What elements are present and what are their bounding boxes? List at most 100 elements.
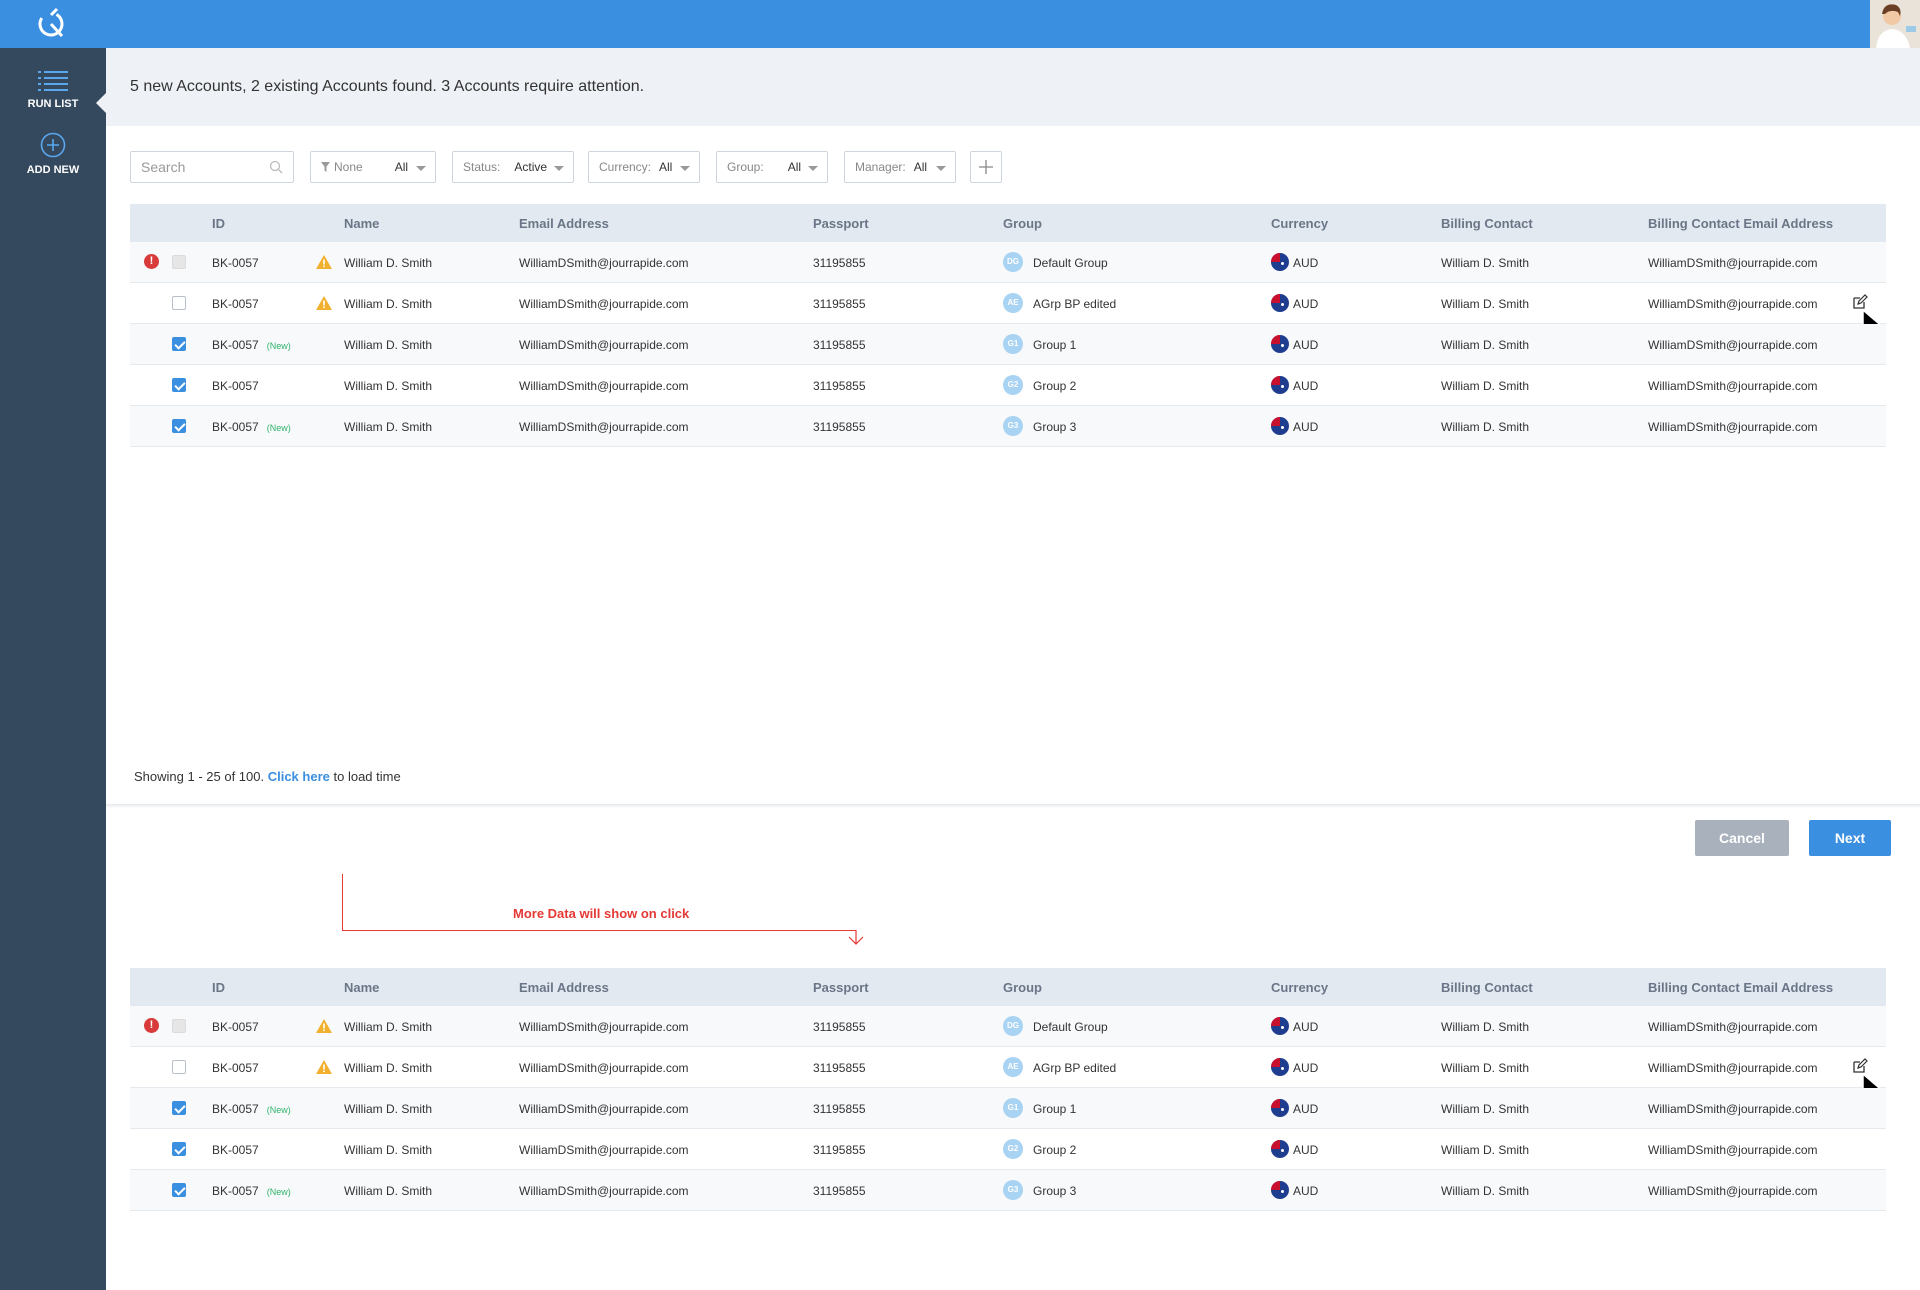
cell-billing-email: WilliamDSmith@jourrapide.com xyxy=(1648,1020,1818,1034)
annotation-text: More Data will show on click xyxy=(513,906,690,921)
cell-billing-email: WilliamDSmith@jourrapide.com xyxy=(1648,338,1818,352)
arrow-down-icon xyxy=(848,930,864,945)
table-row[interactable]: ! BK-0057 William D. Smith WilliamDSmith@jo… xyxy=(130,1006,1886,1047)
cell-billing-contact: William D. Smith xyxy=(1441,379,1530,393)
cancel-button[interactable]: Cancel xyxy=(1695,820,1789,856)
table-row[interactable]: BK-0057 (New) William D. Smith WilliamDSmit… xyxy=(130,324,1886,365)
cell-name: William D. Smith xyxy=(344,256,433,270)
row-checkbox[interactable] xyxy=(172,337,186,351)
table-header: ID Name Email Address Passport Group Currency… xyxy=(130,204,1886,242)
table-row[interactable]: BK-0057 (New) William D. Smith WilliamDSmit… xyxy=(130,1170,1886,1211)
filter-label: None xyxy=(334,160,363,174)
cell-email: WilliamDSmith@jourrapide.com xyxy=(519,1184,689,1198)
search-input[interactable]: Search xyxy=(130,151,294,183)
header-col-name[interactable]: Name xyxy=(344,980,379,995)
sidebar-item-add-new[interactable]: ADD NEW xyxy=(0,132,106,176)
account-id: BK-0057 xyxy=(212,1061,259,1075)
cell-billing-contact: William D. Smith xyxy=(1441,1143,1530,1157)
edit-icon[interactable] xyxy=(1852,294,1868,310)
header-col-billing-contact[interactable]: Billing Contact xyxy=(1441,216,1533,231)
group-name: AGrp BP edited xyxy=(1033,297,1117,312)
header-col-id[interactable]: ID xyxy=(212,216,225,231)
edit-icon[interactable] xyxy=(1852,1058,1868,1074)
cell-currency: AUD xyxy=(1271,1180,1318,1199)
cell-billing-email: WilliamDSmith@jourrapide.com xyxy=(1648,1061,1818,1075)
load-more-link[interactable]: Click here xyxy=(268,769,330,784)
cell-name: William D. Smith xyxy=(344,1143,433,1157)
row-checkbox[interactable] xyxy=(172,1101,186,1115)
cell-id: BK-0057 (New) xyxy=(212,338,291,352)
showing-suffix: to load time xyxy=(333,769,401,784)
table-row[interactable]: BK-0057 William D. Smith WilliamDSmith@jou… xyxy=(130,1129,1886,1170)
group-dropdown[interactable]: Group: All xyxy=(716,151,828,183)
cell-name: William D. Smith xyxy=(344,1184,433,1198)
group-badge: G1 xyxy=(1003,1098,1023,1118)
table-row[interactable]: BK-0057 William D. Smith WilliamDSmith@jou… xyxy=(130,1047,1886,1107)
warning-icon xyxy=(316,296,332,310)
account-id: BK-0057 xyxy=(212,1020,259,1034)
group-badge: AE xyxy=(1003,1057,1023,1077)
group-name: Default Group xyxy=(1033,1020,1108,1035)
status-dropdown[interactable]: Status: Active xyxy=(452,151,574,183)
group-name: AGrp BP edited xyxy=(1033,1061,1117,1076)
row-checkbox[interactable] xyxy=(172,296,186,310)
row-checkbox[interactable] xyxy=(172,378,186,392)
table-row[interactable]: BK-0057 (New) William D. Smith WilliamDSmit… xyxy=(130,1088,1886,1129)
group-badge: DG xyxy=(1003,1016,1023,1036)
row-checkbox[interactable] xyxy=(172,1060,186,1074)
manager-dropdown[interactable]: Manager: All xyxy=(844,151,956,183)
cell-email: WilliamDSmith@jourrapide.com xyxy=(519,1061,689,1075)
table-row[interactable]: BK-0057 William D. Smith WilliamDSmith@jou… xyxy=(130,283,1886,343)
header-col-email[interactable]: Email Address xyxy=(519,980,609,995)
header-col-id[interactable]: ID xyxy=(212,980,225,995)
header-col-currency[interactable]: Currency xyxy=(1271,980,1328,995)
sidebar-item-run-list[interactable]: RUN LIST xyxy=(0,70,106,110)
next-button[interactable]: Next xyxy=(1809,820,1891,856)
account-id: BK-0057 xyxy=(212,1102,259,1116)
cell-passport: 31195855 xyxy=(813,338,866,352)
cell-group: G3 Group 3 xyxy=(1003,416,1076,436)
sidebar: RUN LIST ADD NEW xyxy=(0,48,106,1290)
header-col-passport[interactable]: Passport xyxy=(813,980,869,995)
header-col-group[interactable]: Group xyxy=(1003,216,1042,231)
header-col-email[interactable]: Email Address xyxy=(519,216,609,231)
table-row[interactable]: BK-0057 William D. Smith WilliamDSmith@jou… xyxy=(130,365,1886,406)
add-filter-button[interactable] xyxy=(970,151,1002,183)
cell-billing-contact: William D. Smith xyxy=(1441,1020,1530,1034)
header-col-billing-email[interactable]: Billing Contact Email Address xyxy=(1648,980,1833,995)
user-avatar[interactable] xyxy=(1870,0,1920,48)
error-icon: ! xyxy=(144,1018,159,1033)
group-badge: AE xyxy=(1003,293,1023,313)
currency-dropdown[interactable]: Currency: All xyxy=(588,151,700,183)
row-checkbox[interactable] xyxy=(172,1183,186,1197)
cell-name: William D. Smith xyxy=(344,420,433,434)
filter-dropdown[interactable]: None All xyxy=(310,151,436,183)
group-badge: DG xyxy=(1003,252,1023,272)
table-row[interactable]: BK-0057 (New) William D. Smith WilliamDSmit… xyxy=(130,406,1886,447)
accounts-table-expanded: ID Name Email Address Passport Group Currency… xyxy=(130,968,1886,1211)
cell-id: BK-0057 (New) xyxy=(212,1102,291,1116)
header-col-billing-email[interactable]: Billing Contact Email Address xyxy=(1648,216,1833,231)
header-col-name[interactable]: Name xyxy=(344,216,379,231)
header-col-billing-contact[interactable]: Billing Contact xyxy=(1441,980,1533,995)
cell-passport: 31195855 xyxy=(813,1102,866,1116)
account-id: BK-0057 xyxy=(212,256,259,270)
australia-flag-icon xyxy=(1271,416,1289,435)
cell-name: William D. Smith xyxy=(344,1020,433,1034)
group-label: Group: xyxy=(727,160,764,174)
currency-code: AUD xyxy=(1293,256,1319,270)
app-logo-icon[interactable] xyxy=(36,6,70,40)
header-col-passport[interactable]: Passport xyxy=(813,216,869,231)
cell-id: BK-0057 xyxy=(212,379,267,393)
header-col-currency[interactable]: Currency xyxy=(1271,216,1328,231)
row-checkbox[interactable] xyxy=(172,419,186,433)
cell-billing-contact: William D. Smith xyxy=(1441,338,1530,352)
header-col-group[interactable]: Group xyxy=(1003,980,1042,995)
row-checkbox[interactable] xyxy=(172,1142,186,1156)
cell-passport: 31195855 xyxy=(813,1143,866,1157)
table-row[interactable]: ! BK-0057 William D. Smith WilliamDSmith@jo… xyxy=(130,242,1886,283)
showing-text: Showing 1 - 25 of 100. xyxy=(134,769,265,784)
annotation-line xyxy=(342,874,343,930)
cell-currency: AUD xyxy=(1271,1098,1318,1117)
account-id: BK-0057 xyxy=(212,379,259,393)
